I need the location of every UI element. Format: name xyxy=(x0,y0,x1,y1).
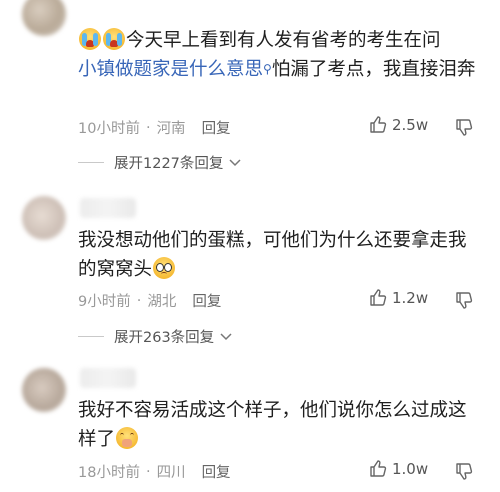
like-button[interactable]: 1.0w xyxy=(368,459,428,479)
like-count: 1.2w xyxy=(392,289,429,307)
avatar[interactable] xyxy=(22,196,66,240)
reply-button[interactable]: 回复 xyxy=(202,465,231,481)
username[interactable] xyxy=(80,198,136,218)
expand-replies-button[interactable]: 展开263条回复 xyxy=(78,326,232,347)
dislike-button[interactable] xyxy=(454,117,474,137)
comment-meta: 9小时前 · 湖北 回复 xyxy=(78,290,221,311)
comment-text-part: 怕漏了考点，我直接泪奔 xyxy=(271,59,476,80)
loudly-crying-face-emoji xyxy=(79,28,101,50)
avatar[interactable] xyxy=(22,0,66,36)
loudly-crying-face-emoji xyxy=(103,28,125,50)
expand-replies-label: 展开1227条回复 xyxy=(114,156,224,172)
avatar[interactable] xyxy=(22,368,66,412)
thumbs-down-icon xyxy=(456,463,473,480)
chevron-down-icon xyxy=(220,332,232,340)
divider-line xyxy=(78,336,104,337)
comment-text: 今天早上看到有人发有省考的考生在问 小镇做题家是什么意思⚲怕漏了考点，我直接泪奔 xyxy=(78,26,478,84)
thumbs-up-icon xyxy=(370,289,387,306)
comment-location: 湖北 xyxy=(147,294,177,310)
thumbs-down-icon xyxy=(456,119,473,136)
separator-dot: · xyxy=(145,463,151,480)
separator-dot: · xyxy=(145,119,151,136)
like-count: 2.5w xyxy=(392,116,429,134)
dislike-button[interactable] xyxy=(454,290,474,310)
comment-text-part: 今天早上看到有人发有省考的考生在问 xyxy=(126,30,441,51)
chevron-down-icon xyxy=(229,158,241,166)
face-holding-back-tears-emoji xyxy=(116,427,139,449)
worried-face-emoji xyxy=(153,257,176,279)
comment-location: 河南 xyxy=(156,121,186,137)
like-button[interactable]: 2.5w xyxy=(368,115,428,135)
comment-time: 10小时前 xyxy=(78,121,140,137)
thumbs-up-icon xyxy=(370,460,387,477)
comment-time: 9小时前 xyxy=(78,294,131,310)
expand-replies-label: 展开263条回复 xyxy=(114,330,215,346)
comment-text: 我没想动他们的蛋糕，可他们为什么还要拿走我的窝窝头 xyxy=(78,226,483,284)
like-button[interactable]: 1.2w xyxy=(368,288,428,308)
search-keyword-link[interactable]: 小镇做题家是什么意思 xyxy=(78,59,263,80)
thumbs-down-icon xyxy=(456,292,473,309)
search-icon[interactable]: ⚲ xyxy=(263,62,272,76)
expand-replies-button[interactable]: 展开1227条回复 xyxy=(78,152,241,173)
reply-button[interactable]: 回复 xyxy=(192,294,221,310)
comment-text-part: 我没想动他们的蛋糕，可他们为什么还要拿走我的窝窝头 xyxy=(78,230,467,280)
username[interactable] xyxy=(80,368,136,388)
divider-line xyxy=(78,162,104,163)
like-count: 1.0w xyxy=(392,460,429,478)
comment-time: 18小时前 xyxy=(78,465,140,481)
comment-location: 四川 xyxy=(156,465,186,481)
dislike-button[interactable] xyxy=(454,461,474,481)
comment-meta: 18小时前 · 四川 回复 xyxy=(78,461,231,482)
comment-text: 我好不容易活成这个样子，他们说你怎么过成这样了 xyxy=(78,396,483,454)
separator-dot: · xyxy=(136,292,142,309)
reply-button[interactable]: 回复 xyxy=(202,121,231,137)
thumbs-up-icon xyxy=(370,116,387,133)
comment-meta: 10小时前 · 河南 回复 xyxy=(78,117,231,138)
